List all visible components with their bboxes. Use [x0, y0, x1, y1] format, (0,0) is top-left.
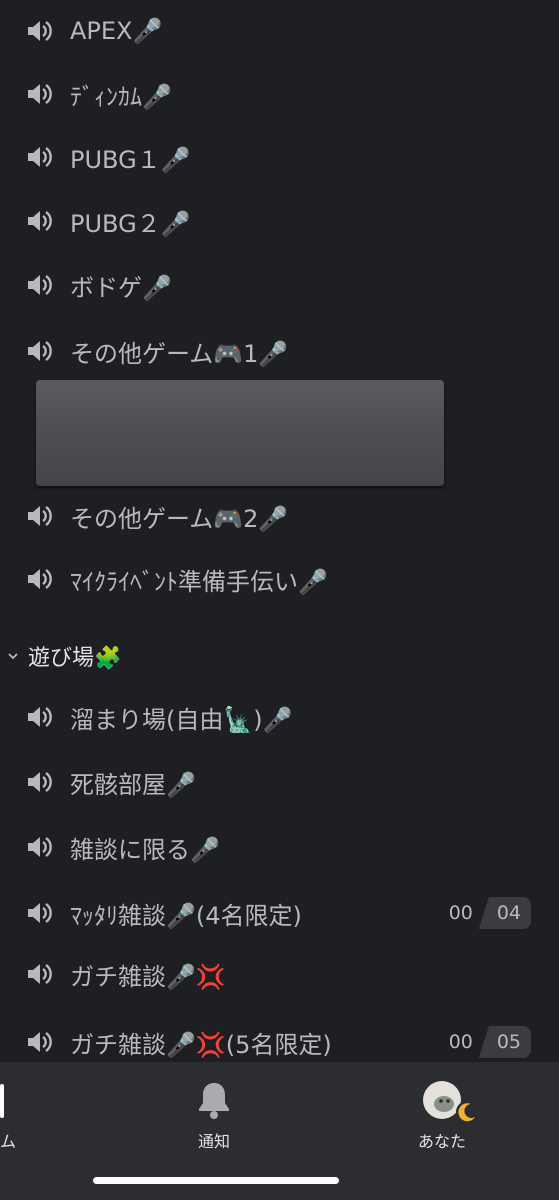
voice-channel-other-game-2[interactable]: その他ゲーム🎮2🎤: [0, 488, 559, 544]
home-indicator: [93, 1177, 339, 1184]
speaker-icon: [25, 767, 55, 797]
voice-channel-other-game-1[interactable]: その他ゲーム🎮1🎤: [0, 323, 559, 379]
channel-name: ﾏｲｸﾗｲﾍﾞﾝﾄ準備手伝い🎤: [70, 567, 328, 596]
channel-name: ボドゲ🎤: [70, 273, 172, 302]
user-limit-badge: 00 04: [443, 897, 531, 929]
avatar: [423, 1081, 478, 1123]
channel-name: その他ゲーム🎮2🎤: [70, 504, 289, 533]
user-limit-badge: 00 05: [443, 1026, 531, 1058]
channel-name: APEX🎤: [70, 17, 163, 45]
user-limit: 04: [478, 897, 531, 929]
channel-name: ガチ雑談🎤💢: [70, 962, 226, 991]
channel-list: APEX🎤 ﾃﾞｨﾝｶﾑ🎤 PUBG１🎤 PUBG２🎤 ボドゲ🎤 その他ゲーム🎮…: [0, 0, 559, 1062]
channel-name: PUBG２🎤: [70, 209, 191, 238]
voice-channel-gachi-zatsudan[interactable]: ガチ雑談🎤💢: [0, 946, 559, 1002]
speaker-icon: [25, 898, 55, 928]
speaker-icon: [25, 206, 55, 236]
tab-you[interactable]: あなた: [410, 1062, 490, 1162]
voice-channel-dincam[interactable]: ﾃﾞｨﾝｶﾑ🎤: [0, 66, 559, 122]
chevron-down-icon: [8, 653, 18, 660]
category-asobiba[interactable]: 遊び場🧩: [0, 636, 559, 676]
channel-name: 溜まり場(自由🗽)🎤: [70, 705, 293, 734]
speaker-icon: [25, 959, 55, 989]
speaker-icon: [25, 702, 55, 732]
tab-home-label: ム: [0, 1132, 17, 1151]
tab-notifications[interactable]: 通知: [180, 1062, 250, 1162]
tab-notifications-label: 通知: [198, 1132, 231, 1151]
channel-name: その他ゲーム🎮1🎤: [70, 339, 289, 368]
speaker-icon: [25, 79, 55, 109]
redacted-block: [36, 380, 444, 486]
voice-channel-gachi-zatsudan-5[interactable]: ガチ雑談🎤💢(5名限定) 00 05: [0, 1014, 559, 1062]
voice-channel-mattari-zatsudan[interactable]: ﾏｯﾀﾘ雑談🎤(4名限定) 00 04: [0, 885, 559, 941]
channel-name: ﾏｯﾀﾘ雑談🎤(4名限定): [70, 901, 302, 930]
user-count: 00: [448, 902, 473, 924]
category-label: 遊び場🧩: [28, 646, 122, 671]
channel-name: PUBG１🎤: [70, 145, 191, 174]
channel-name: 死骸部屋🎤: [70, 770, 196, 799]
voice-channel-minecraft-event-prep[interactable]: ﾏｲｸﾗｲﾍﾞﾝﾄ準備手伝い🎤: [0, 551, 559, 607]
user-count: 00: [448, 1031, 473, 1053]
channel-name: 雑談に限る🎤: [70, 835, 220, 864]
speaker-icon: [25, 1027, 55, 1057]
speaker-icon: [25, 142, 55, 172]
voice-channel-tamariba[interactable]: 溜まり場(自由🗽)🎤: [0, 689, 559, 745]
voice-channel-apex[interactable]: APEX🎤: [0, 3, 559, 59]
bell-icon: [199, 1083, 229, 1119]
tab-you-label: あなた: [418, 1132, 467, 1151]
channel-name: ガチ雑談🎤💢(5名限定): [70, 1030, 332, 1059]
voice-channel-boardgame[interactable]: ボドゲ🎤: [0, 257, 559, 313]
user-limit: 05: [478, 1026, 531, 1058]
voice-channel-pubg1[interactable]: PUBG１🎤: [0, 129, 559, 185]
speaker-icon: [25, 336, 55, 366]
tab-home[interactable]: ム: [0, 1062, 60, 1162]
channel-name: ﾃﾞｨﾝｶﾑ🎤: [70, 82, 172, 111]
home-icon: [0, 1084, 4, 1118]
voice-channel-zatsudan-limited[interactable]: 雑談に限る🎤: [0, 819, 559, 875]
speaker-icon: [25, 564, 55, 594]
speaker-icon: [25, 270, 55, 300]
speaker-icon: [25, 832, 55, 862]
speaker-icon: [25, 16, 55, 46]
voice-channel-shigai-room[interactable]: 死骸部屋🎤: [0, 754, 559, 810]
speaker-icon: [25, 501, 55, 531]
voice-channel-pubg2[interactable]: PUBG２🎤: [0, 193, 559, 249]
